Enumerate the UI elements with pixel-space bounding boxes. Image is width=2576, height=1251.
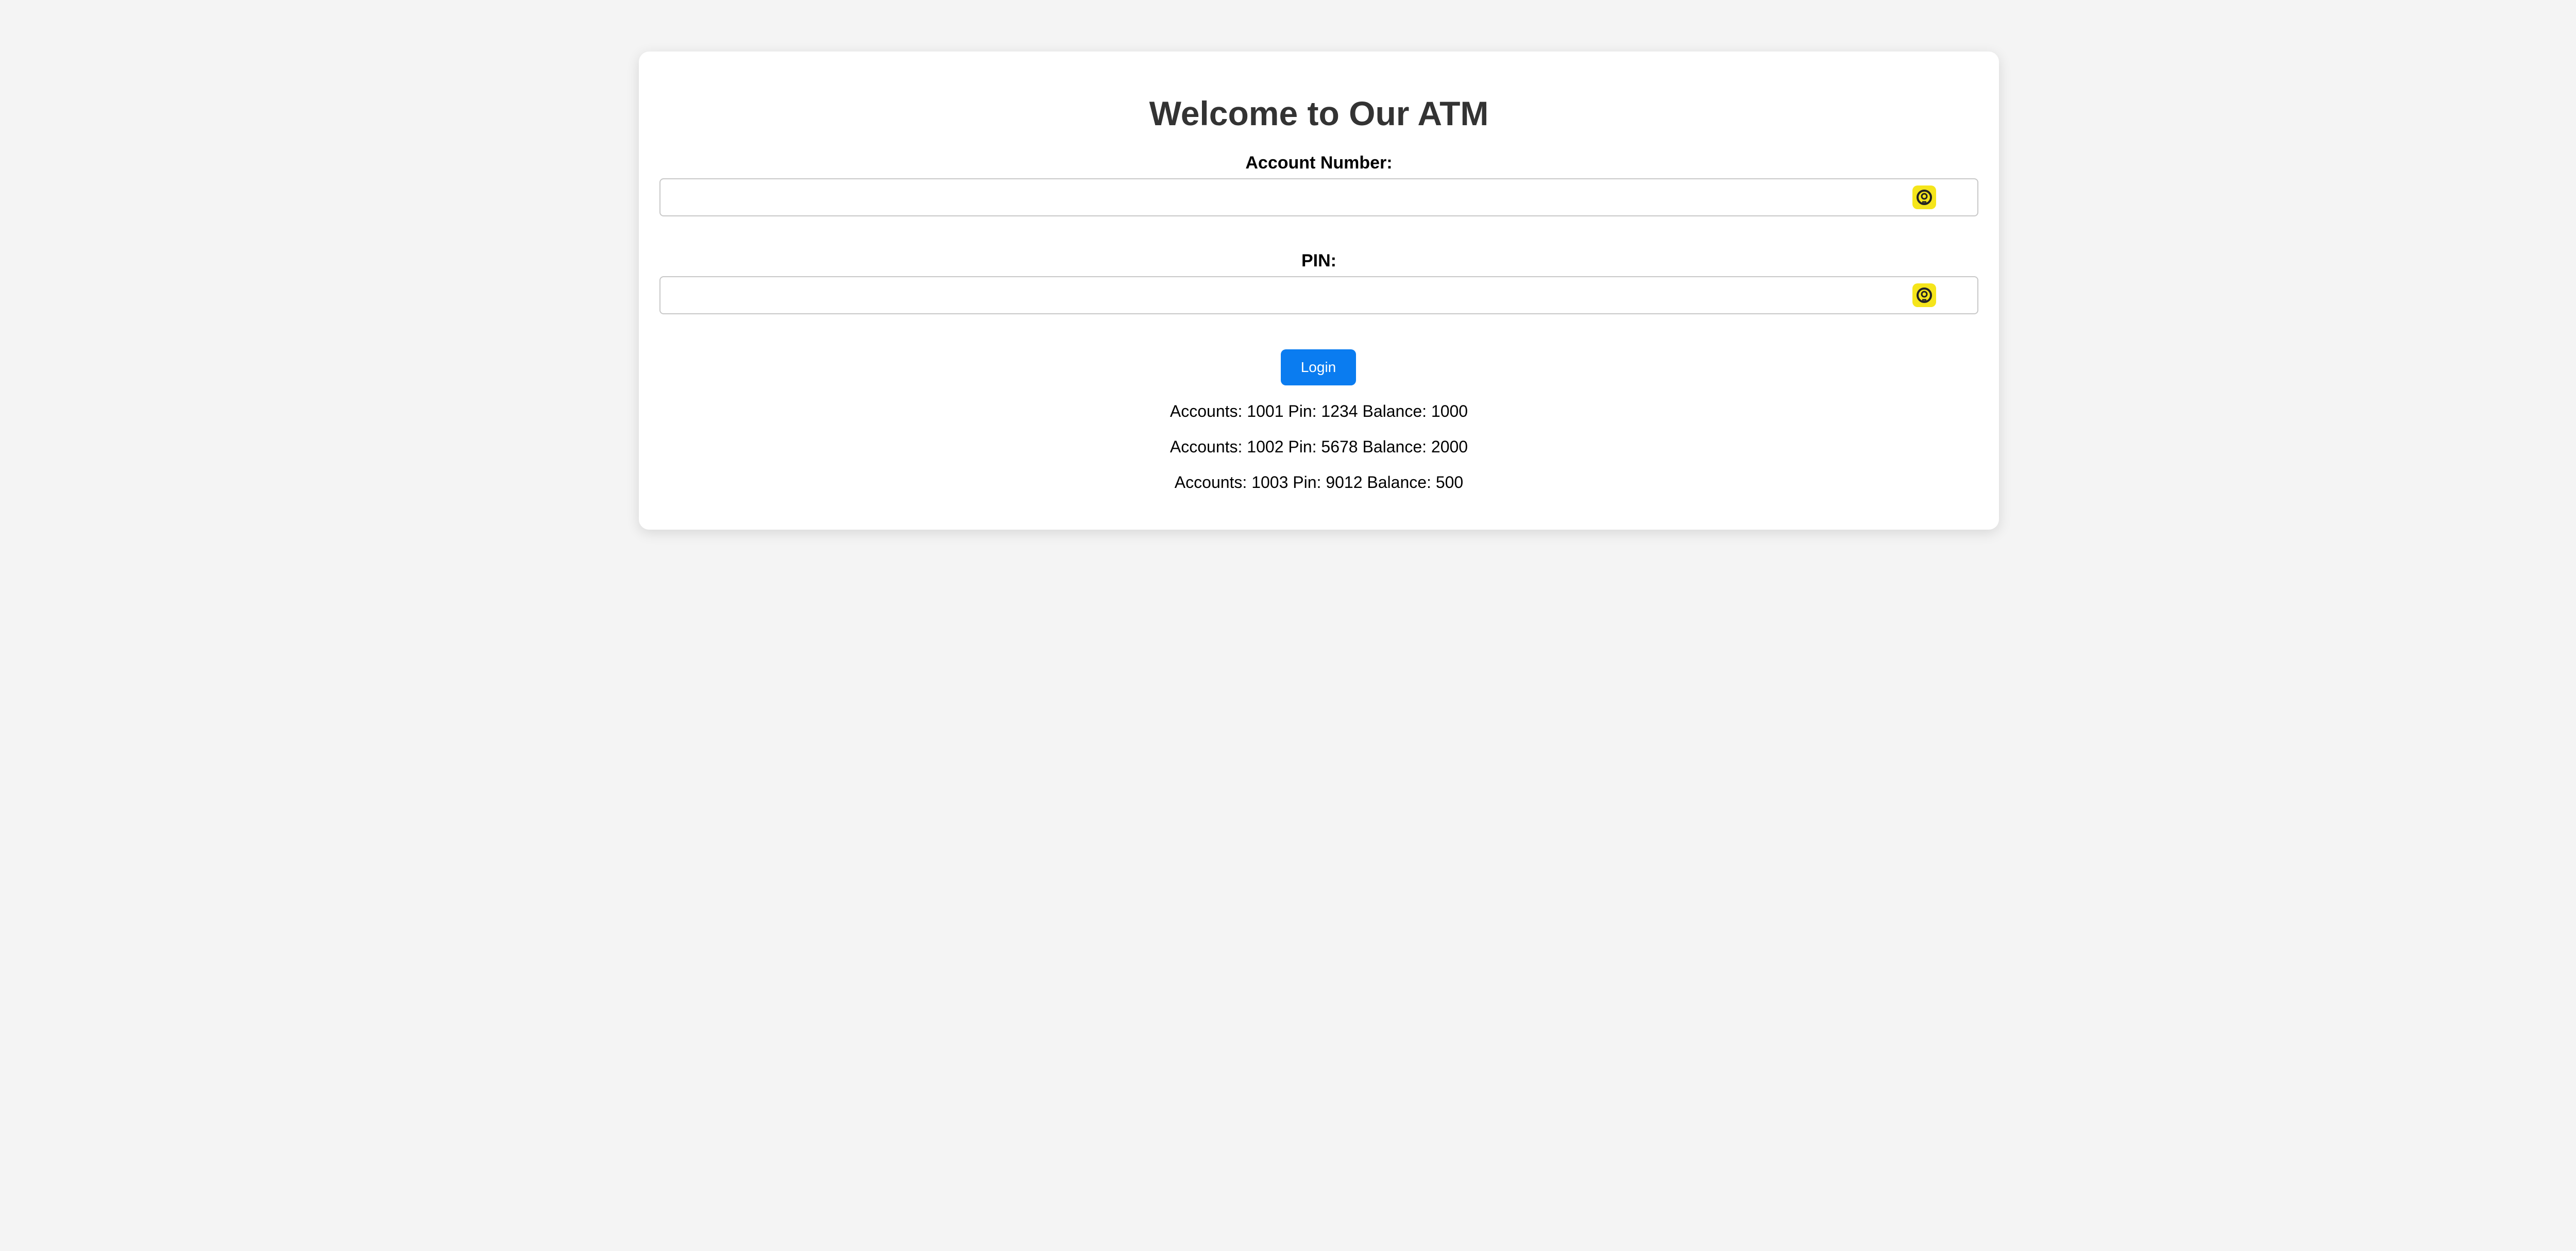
account-info-line: Accounts: 1001 Pin: 1234 Balance: 1000	[1170, 402, 1468, 420]
account-info-line: Accounts: 1002 Pin: 5678 Balance: 2000	[1170, 437, 1468, 456]
autofill-key-icon[interactable]	[1912, 283, 1936, 307]
pin-label: PIN:	[1301, 251, 1336, 271]
pin-field-wrapper	[659, 276, 1978, 314]
page-title: Welcome to Our ATM	[1149, 94, 1489, 132]
login-button[interactable]: Login	[1281, 349, 1356, 385]
account-number-input[interactable]	[660, 179, 1977, 215]
account-number-field-wrapper	[659, 178, 1978, 216]
login-card: Welcome to Our ATM Account Number: PIN: …	[639, 52, 1999, 530]
account-number-label: Account Number:	[1245, 153, 1393, 173]
pin-input[interactable]	[660, 277, 1977, 313]
autofill-key-icon[interactable]	[1912, 185, 1936, 209]
account-info-line: Accounts: 1003 Pin: 9012 Balance: 500	[1174, 473, 1464, 492]
